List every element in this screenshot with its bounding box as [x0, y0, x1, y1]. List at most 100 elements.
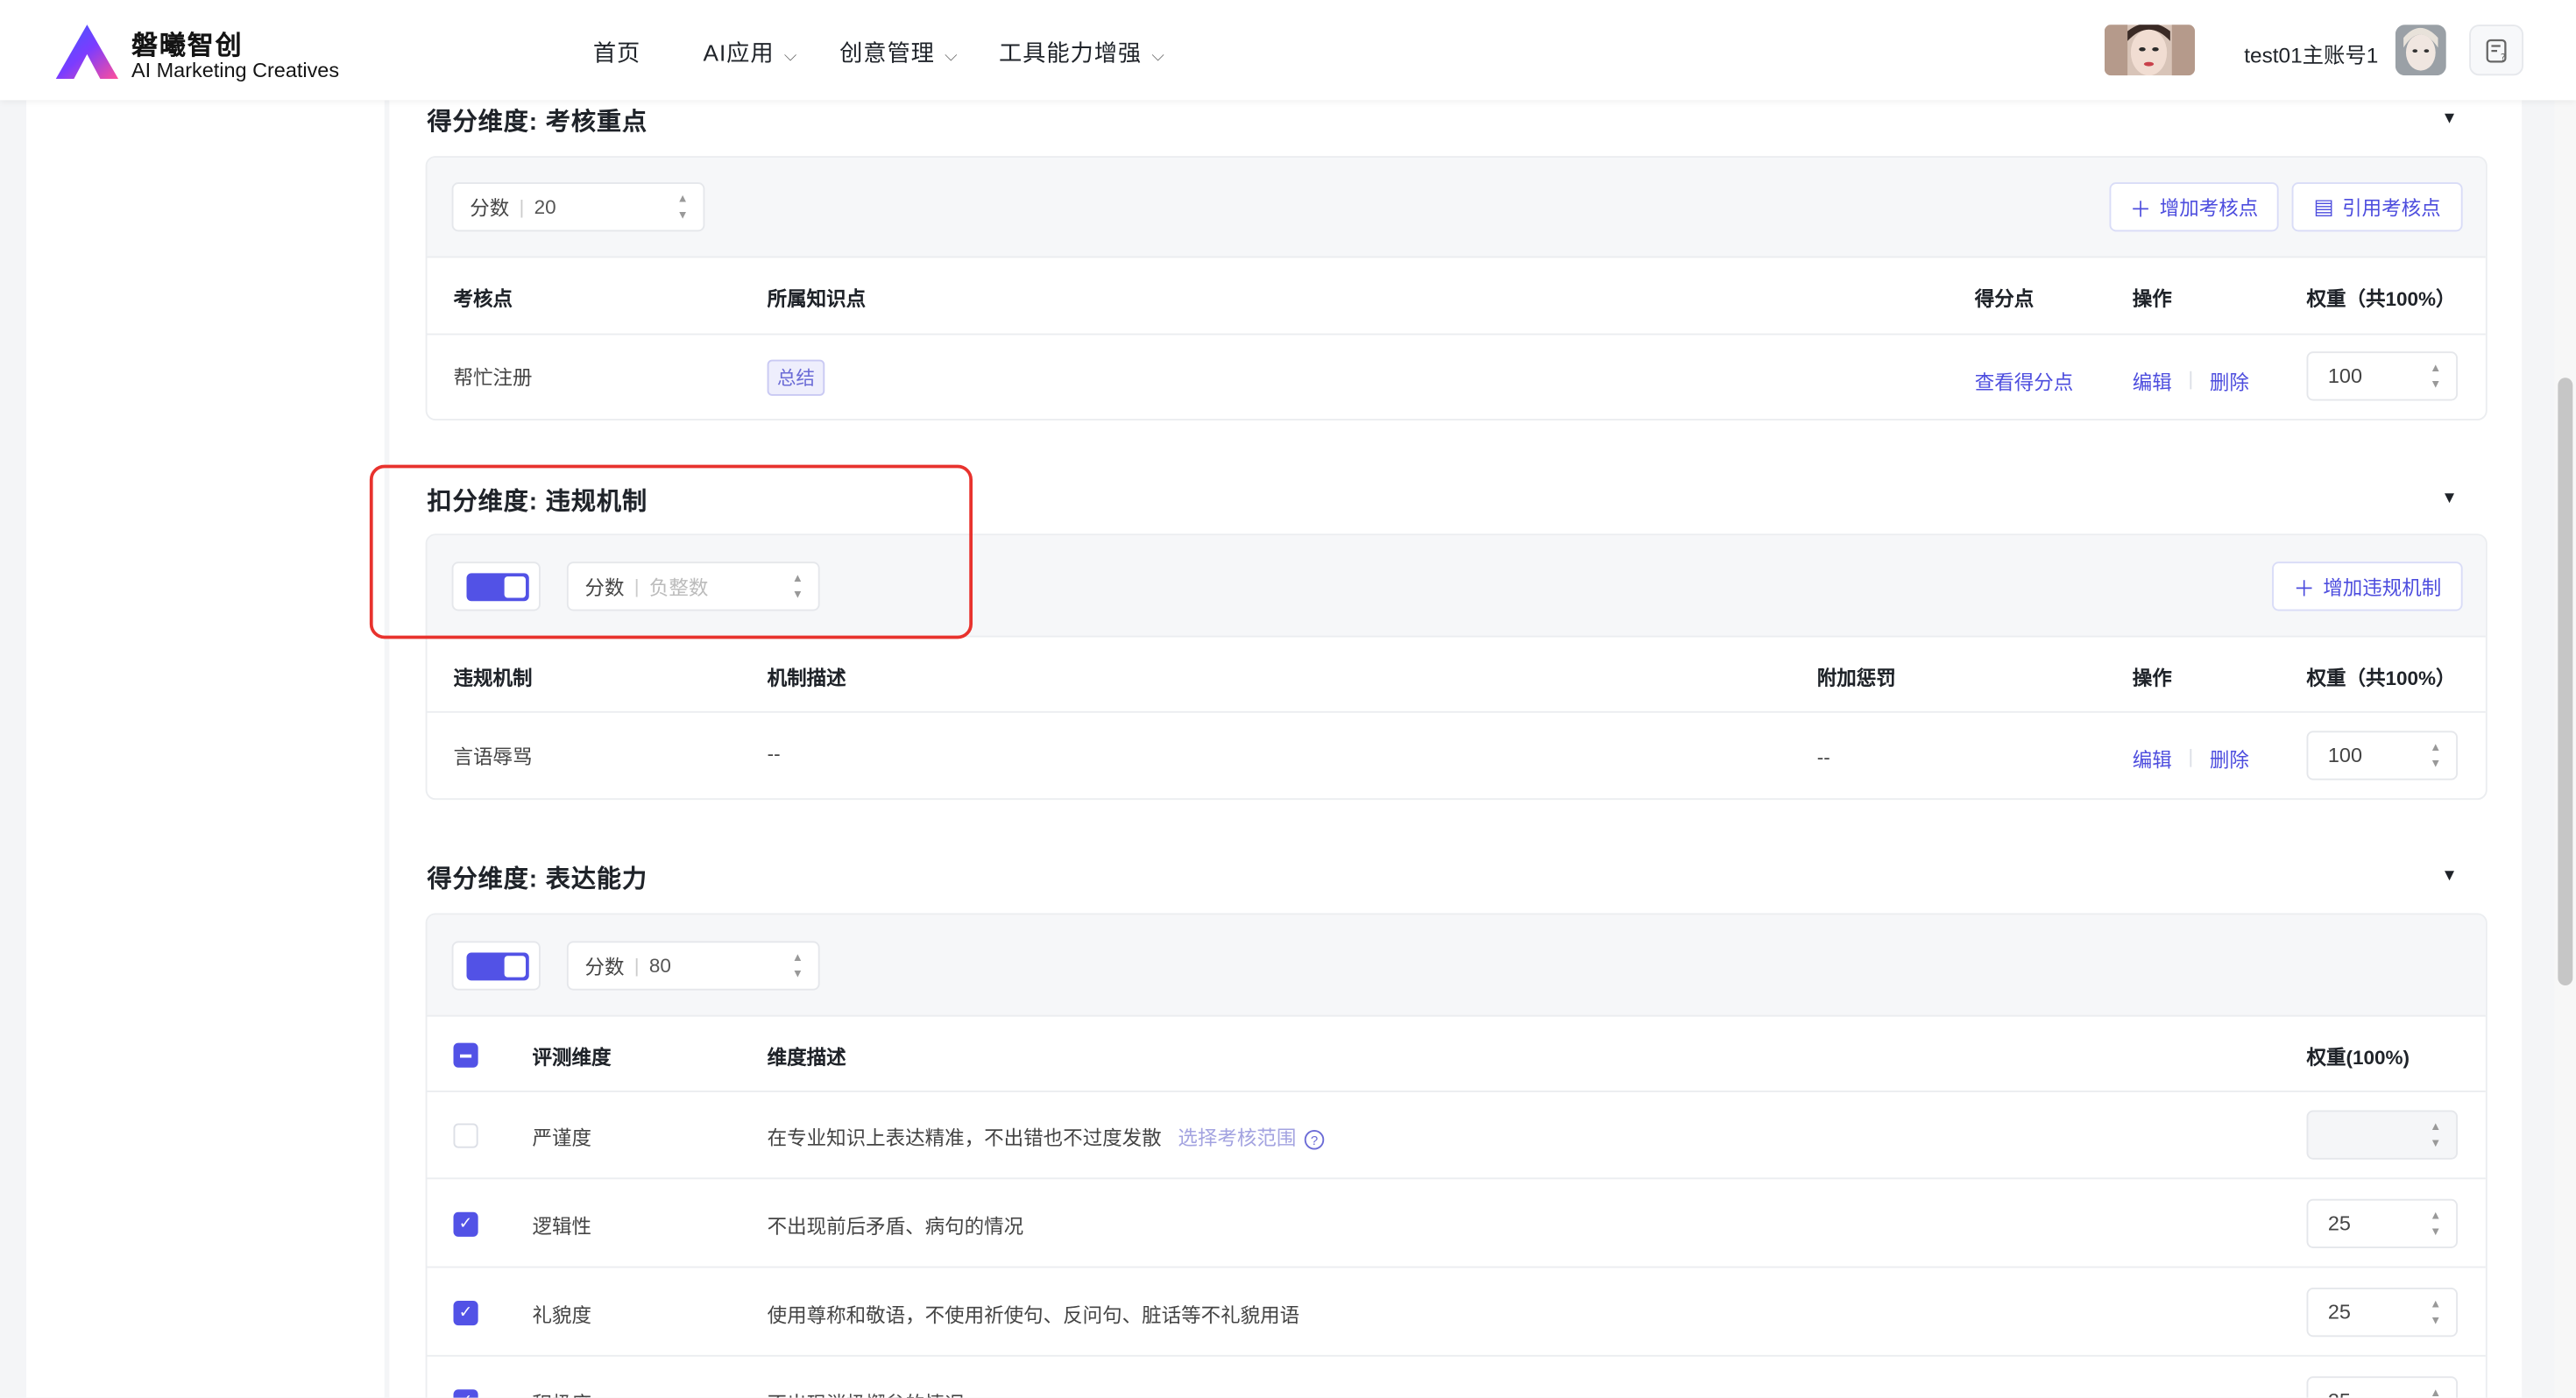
add-violation-button[interactable]: ＋ 增加违规机制: [2272, 561, 2463, 611]
column-header-weight: 权重（共100%）: [2306, 287, 2456, 311]
edit-link[interactable]: 编辑: [2133, 745, 2172, 773]
weight-value: 100: [2327, 744, 2362, 767]
user-avatar[interactable]: [2395, 25, 2446, 76]
row-divider: [427, 1091, 2486, 1092]
stepper-arrows-icon[interactable]: ▲▼: [2430, 1120, 2441, 1154]
row-checkbox[interactable]: ✓: [453, 1211, 478, 1237]
edit-link[interactable]: 编辑: [2133, 368, 2172, 396]
column-header-knowledge: 所属知识点: [767, 287, 867, 311]
brand-logo-icon[interactable]: [54, 23, 120, 82]
section-title-expression: 得分维度: 表达能力: [427, 865, 648, 893]
expression-toggle[interactable]: [451, 941, 541, 991]
stepper-arrows-icon[interactable]: ▲▼: [677, 192, 689, 225]
nav-ai-apps[interactable]: AI应用 ⌵: [704, 36, 797, 69]
question-mark-icon[interactable]: ?: [1304, 1129, 1325, 1150]
collapse-caret-icon[interactable]: ▼: [2441, 867, 2458, 886]
row-divider: [427, 1266, 2486, 1268]
chevron-down-icon: ⌵: [783, 47, 797, 66]
row-checkbox[interactable]: [453, 1123, 478, 1148]
stepper-arrows-icon[interactable]: ▲▼: [2430, 362, 2441, 395]
row-checkbox[interactable]: ✓: [453, 1301, 478, 1326]
row-divider: [427, 333, 2486, 335]
chevron-down-icon: ⌵: [1151, 47, 1165, 66]
weight-input[interactable]: ▲ ▼: [2306, 1110, 2458, 1160]
column-header-actions: 操作: [2132, 287, 2172, 311]
column-header-dimension-description: 维度描述: [767, 1046, 846, 1070]
column-header-mechanism: 违规机制: [453, 667, 533, 690]
stepper-arrows-icon[interactable]: ▲▼: [792, 951, 803, 985]
help-doc-button[interactable]: ?: [2469, 25, 2523, 76]
action-divider: [2190, 749, 2192, 767]
scrollbar-thumb[interactable]: [2558, 378, 2573, 985]
cite-key-point-button[interactable]: ▤ 引用考核点: [2291, 182, 2463, 232]
dimension-name: 积极度: [533, 1389, 592, 1398]
column-header-dimension: 评测维度: [532, 1046, 612, 1070]
weight-value: 25: [2327, 1211, 2351, 1235]
key-points-card: 分数 | 20 ▲ ▼ ＋增加考核点 ▤ 引用考核点 考核点 所属知识点 得分点 操作 …: [425, 156, 2488, 420]
select-scope-link[interactable]: 选择考核范围: [1178, 1126, 1296, 1149]
weight-input[interactable]: 100 ▲ ▼: [2306, 351, 2458, 401]
mechanism-name: 言语辱骂: [453, 745, 533, 769]
account-name[interactable]: test01主账号1: [2244, 38, 2378, 69]
expression-score-input[interactable]: 分数 | 80 ▲ ▼: [566, 941, 820, 991]
document-icon: ▤: [2313, 194, 2334, 219]
collapse-caret-icon[interactable]: ▼: [2441, 110, 2458, 129]
view-score-points-link[interactable]: 查看得分点: [1975, 368, 2074, 396]
column-header-actions: 操作: [2132, 667, 2172, 690]
weight-value: 100: [2327, 364, 2362, 388]
action-divider: [2190, 371, 2192, 390]
weight-input[interactable]: 100 ▲ ▼: [2306, 731, 2458, 780]
stepper-arrows-icon[interactable]: ▲▼: [2430, 741, 2441, 774]
nav-creative-management[interactable]: 创意管理 ⌵: [839, 36, 958, 69]
score-label: 分数: [584, 955, 625, 978]
delete-link[interactable]: 删除: [2210, 368, 2249, 396]
highlight-annotation-box: [369, 464, 973, 639]
top-navigation-bar: 磐曦智创 AI Marketing Creatives 首页 AI应用 ⌵ 创意管…: [0, 0, 2576, 101]
help-doc-icon: ?: [2485, 38, 2506, 62]
column-header-penalty: 附加惩罚: [1816, 667, 1896, 690]
weight-value: 25: [2327, 1301, 2351, 1324]
cite-key-point-label: 引用考核点: [2342, 196, 2441, 220]
weight-input[interactable]: 25 ▲▼: [2306, 1198, 2458, 1248]
row-divider: [427, 1354, 2486, 1357]
row-divider: [427, 710, 2486, 713]
section-title-key-points: 得分维度: 考核重点: [427, 108, 648, 137]
expression-card: 分数 | 80 ▲ ▼ 评测维度 维度描述 权重(100%) 严谨度 在专业知识上表达…: [425, 913, 2488, 1398]
mechanism-description: --: [767, 742, 781, 766]
svg-text:?: ?: [2500, 51, 2505, 62]
column-header-description: 机制描述: [767, 667, 846, 690]
weight-input[interactable]: 25 ▲▼: [2306, 1288, 2458, 1338]
select-all-checkbox[interactable]: [453, 1042, 478, 1068]
score-value: 20: [534, 195, 556, 219]
add-key-point-button[interactable]: ＋ 增加考核点: [2109, 182, 2279, 232]
dimension-name: 逻辑性: [532, 1215, 592, 1239]
dimension-description: 使用尊称和敬语，不使用祈使句、反问句、脏话等不礼貌用语: [767, 1303, 1300, 1327]
column-header-weight: 权重（共100%）: [2306, 667, 2456, 690]
stepper-arrows-icon[interactable]: ▲▼: [2430, 1209, 2441, 1242]
key-point-name: 帮忙注册: [453, 366, 533, 390]
dimension-description: 不出现前后矛盾、病句的情况: [767, 1215, 1024, 1239]
plus-icon: ＋: [2293, 575, 2315, 601]
nav-tool-enhancement[interactable]: 工具能力增强 ⌵: [999, 36, 1165, 69]
score-value: 80: [648, 954, 671, 978]
brand-title: 磐曦智创: [131, 32, 244, 61]
collapse-caret-icon[interactable]: ▼: [2441, 490, 2458, 508]
toggle-switch[interactable]: [466, 952, 529, 981]
nav-home[interactable]: 首页: [593, 36, 640, 69]
key-points-score-input[interactable]: 分数 | 20 ▲ ▼: [451, 182, 705, 232]
mechanism-penalty: --: [1816, 745, 1830, 769]
weight-value: 25: [2328, 1389, 2351, 1397]
digital-human-avatar[interactable]: [2104, 25, 2195, 76]
brand-subtitle: AI Marketing Creatives: [131, 59, 340, 82]
plus-icon: ＋: [2129, 196, 2152, 222]
knowledge-tag: 总结: [767, 359, 825, 396]
stepper-arrows-icon[interactable]: ▲▼: [2430, 1387, 2441, 1397]
column-header-weight: 权重(100%): [2306, 1046, 2410, 1070]
delete-link[interactable]: 删除: [2210, 745, 2249, 773]
add-violation-label: 增加违规机制: [2323, 575, 2442, 599]
row-checkbox[interactable]: ✓: [453, 1389, 478, 1398]
score-label: 分数: [470, 196, 510, 220]
add-key-point-label: 增加考核点: [2159, 196, 2259, 220]
stepper-arrows-icon[interactable]: ▲▼: [2430, 1297, 2441, 1331]
weight-input[interactable]: 25 ▲▼: [2306, 1376, 2458, 1398]
